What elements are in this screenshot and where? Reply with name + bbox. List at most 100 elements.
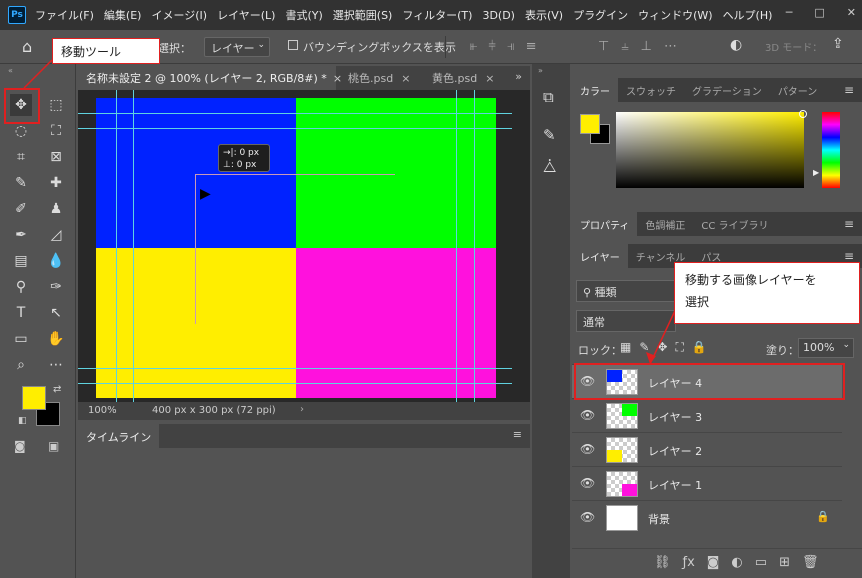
panel-menu-icon[interactable]: ≡ (844, 217, 854, 231)
object-select-tool-icon[interactable]: ⛶ (45, 120, 67, 142)
bounding-box-checkbox[interactable] (288, 40, 298, 50)
distribute-vertical-icon[interactable]: ⋯ (664, 39, 677, 54)
tab-document-1[interactable]: 名称未設定 2 @ 100% (レイヤー 2, RGB/8#) * × (78, 66, 342, 90)
menu-select[interactable]: 選択範囲(S) (328, 7, 398, 23)
distribute-icon[interactable]: ≡ (526, 39, 537, 54)
tab-cc-libraries[interactable]: CC ライブラリ (693, 212, 776, 236)
delete-layer-icon[interactable]: 🗑 (802, 555, 819, 570)
lock-pixels-icon[interactable]: ✎ (639, 340, 649, 355)
lock-artboard-icon[interactable]: ⛶ (675, 340, 683, 355)
align-bottom-icon[interactable]: ⊥ (641, 39, 652, 54)
clone-stamp-tool-icon[interactable]: ♟ (45, 198, 67, 220)
hand-tool-icon[interactable]: ✋ (45, 328, 67, 350)
foreground-color-swatch[interactable] (580, 114, 600, 134)
panel-menu-icon[interactable]: ≡ (844, 249, 854, 263)
visibility-eye-icon[interactable]: 👁 (580, 442, 596, 456)
guide-vertical[interactable] (474, 90, 475, 402)
panel-menu-icon[interactable]: ≡ (513, 428, 522, 441)
path-select-tool-icon[interactable]: ↖ (45, 302, 67, 324)
auto-select-dropdown[interactable]: レイヤー ⌄ (204, 37, 270, 57)
marquee-tool-icon[interactable]: ⬚ (45, 94, 67, 116)
tab-gradients[interactable]: グラデーション (684, 78, 770, 102)
layer-row[interactable]: 👁 背景 🔒 (572, 500, 842, 534)
blend-mode-dropdown[interactable]: 通常 (576, 310, 676, 332)
visibility-eye-icon[interactable]: 👁 (580, 408, 596, 422)
hue-slider[interactable] (822, 112, 840, 188)
hue-slider-handle-icon[interactable]: ▶ (813, 168, 819, 177)
lock-all-icon[interactable]: 🔒 (692, 340, 707, 355)
panel-menu-icon[interactable]: ≡ (844, 83, 854, 97)
guide-vertical[interactable] (116, 90, 117, 402)
fill-input[interactable]: 100% ⌄ (798, 338, 854, 358)
link-layers-icon[interactable]: ⛓ (654, 555, 671, 570)
align-left-icon[interactable]: ⫦ (470, 39, 477, 54)
guide-vertical[interactable] (456, 90, 457, 402)
new-group-icon[interactable]: ▭ (755, 555, 767, 570)
menu-view[interactable]: 表示(V) (520, 7, 568, 23)
align-center-icon[interactable]: ⫩ (488, 39, 495, 54)
menu-layer[interactable]: レイヤー(L) (212, 7, 280, 23)
maximize-button[interactable]: □ (814, 6, 824, 19)
document-canvas[interactable]: →|: 0 px ⊥: 0 px ▶ (96, 98, 496, 398)
visibility-eye-icon[interactable]: 👁 (580, 476, 596, 490)
adjustment-sliders-icon[interactable]: ⧊ (543, 158, 556, 176)
swap-colors-icon[interactable]: ⇄ (53, 384, 61, 395)
tab-timeline[interactable]: タイムライン (78, 424, 160, 448)
expand-icon[interactable]: » (538, 66, 543, 75)
tab-swatches[interactable]: スウォッチ (618, 78, 684, 102)
crop-tool-icon[interactable]: ⌗ (10, 146, 32, 168)
history-brush-tool-icon[interactable]: ✒ (10, 224, 32, 246)
tab-color[interactable]: カラー (572, 78, 618, 102)
menu-3d[interactable]: 3D(D) (477, 9, 520, 22)
rectangle-tool-icon[interactable]: ▭ (10, 328, 32, 350)
layer-row[interactable]: 👁 レイヤー 1 (572, 466, 842, 500)
menu-filter[interactable]: フィルター(T) (397, 7, 477, 23)
history-panel-icon[interactable]: ⧉ (543, 88, 554, 106)
more-tabs-icon[interactable]: » (515, 70, 522, 83)
guide-horizontal[interactable] (78, 113, 512, 114)
minimize-button[interactable]: ─ (786, 6, 793, 19)
tab-close-icon[interactable]: × (401, 72, 410, 85)
color-picker-handle[interactable] (799, 110, 807, 118)
tab-close-icon[interactable]: × (485, 72, 494, 85)
orbit-3d-icon[interactable]: ◐ (730, 37, 742, 53)
layer-filter-dropdown[interactable]: ⚲ 種類 (576, 280, 676, 302)
default-colors-icon[interactable]: ◧ (18, 416, 27, 426)
guide-horizontal[interactable] (78, 383, 512, 384)
close-button[interactable]: ✕ (847, 6, 856, 19)
brush-settings-icon[interactable]: ✎ (543, 126, 556, 144)
share-icon[interactable]: ⇪ (832, 36, 844, 52)
lock-transparency-icon[interactable]: ▦ (620, 340, 631, 355)
screen-mode-icon[interactable]: ▣ (48, 439, 59, 453)
tab-adjustments[interactable]: 色調補正 (637, 212, 693, 236)
guide-vertical[interactable] (133, 90, 134, 402)
tab-document-3[interactable]: 黄色.psd × (424, 66, 504, 90)
align-top-icon[interactable]: ⊤ (598, 39, 609, 54)
color-picker-field[interactable] (616, 112, 804, 188)
align-right-icon[interactable]: ⫣ (507, 39, 515, 54)
tab-patterns[interactable]: パターン (770, 78, 826, 102)
adjustment-layer-icon[interactable]: ◐ (731, 555, 742, 570)
zoom-level[interactable]: 100% (88, 405, 117, 416)
zoom-tool-icon[interactable]: ⌕ (10, 354, 32, 376)
menu-help[interactable]: ヘルプ(H) (718, 7, 778, 23)
menu-type[interactable]: 書式(Y) (280, 7, 327, 23)
brush-tool-icon[interactable]: ✐ (10, 198, 32, 220)
layer-row[interactable]: 👁 レイヤー 3 (572, 398, 842, 432)
chevron-right-icon[interactable]: › (300, 404, 304, 415)
visibility-eye-icon[interactable]: 👁 (580, 510, 596, 524)
tab-properties[interactable]: プロパティ (572, 212, 638, 236)
lock-position-icon[interactable]: ✥ (657, 340, 667, 355)
more-tools-icon[interactable]: ⋯ (45, 354, 67, 376)
align-middle-icon[interactable]: ⫨ (621, 39, 628, 54)
quick-mask-icon[interactable]: ◙ (14, 439, 26, 453)
menu-plugins[interactable]: プラグイン (568, 7, 633, 23)
type-tool-icon[interactable]: T (10, 302, 32, 324)
dodge-tool-icon[interactable]: ⚲ (10, 276, 32, 298)
menu-image[interactable]: イメージ(I) (146, 7, 212, 23)
healing-brush-tool-icon[interactable]: ✚ (45, 172, 67, 194)
foreground-color-swatch[interactable] (22, 386, 46, 410)
tab-document-2[interactable]: 桃色.psd × (340, 66, 420, 90)
gradient-tool-icon[interactable]: ▤ (10, 250, 32, 272)
menu-window[interactable]: ウィンドウ(W) (633, 7, 717, 23)
